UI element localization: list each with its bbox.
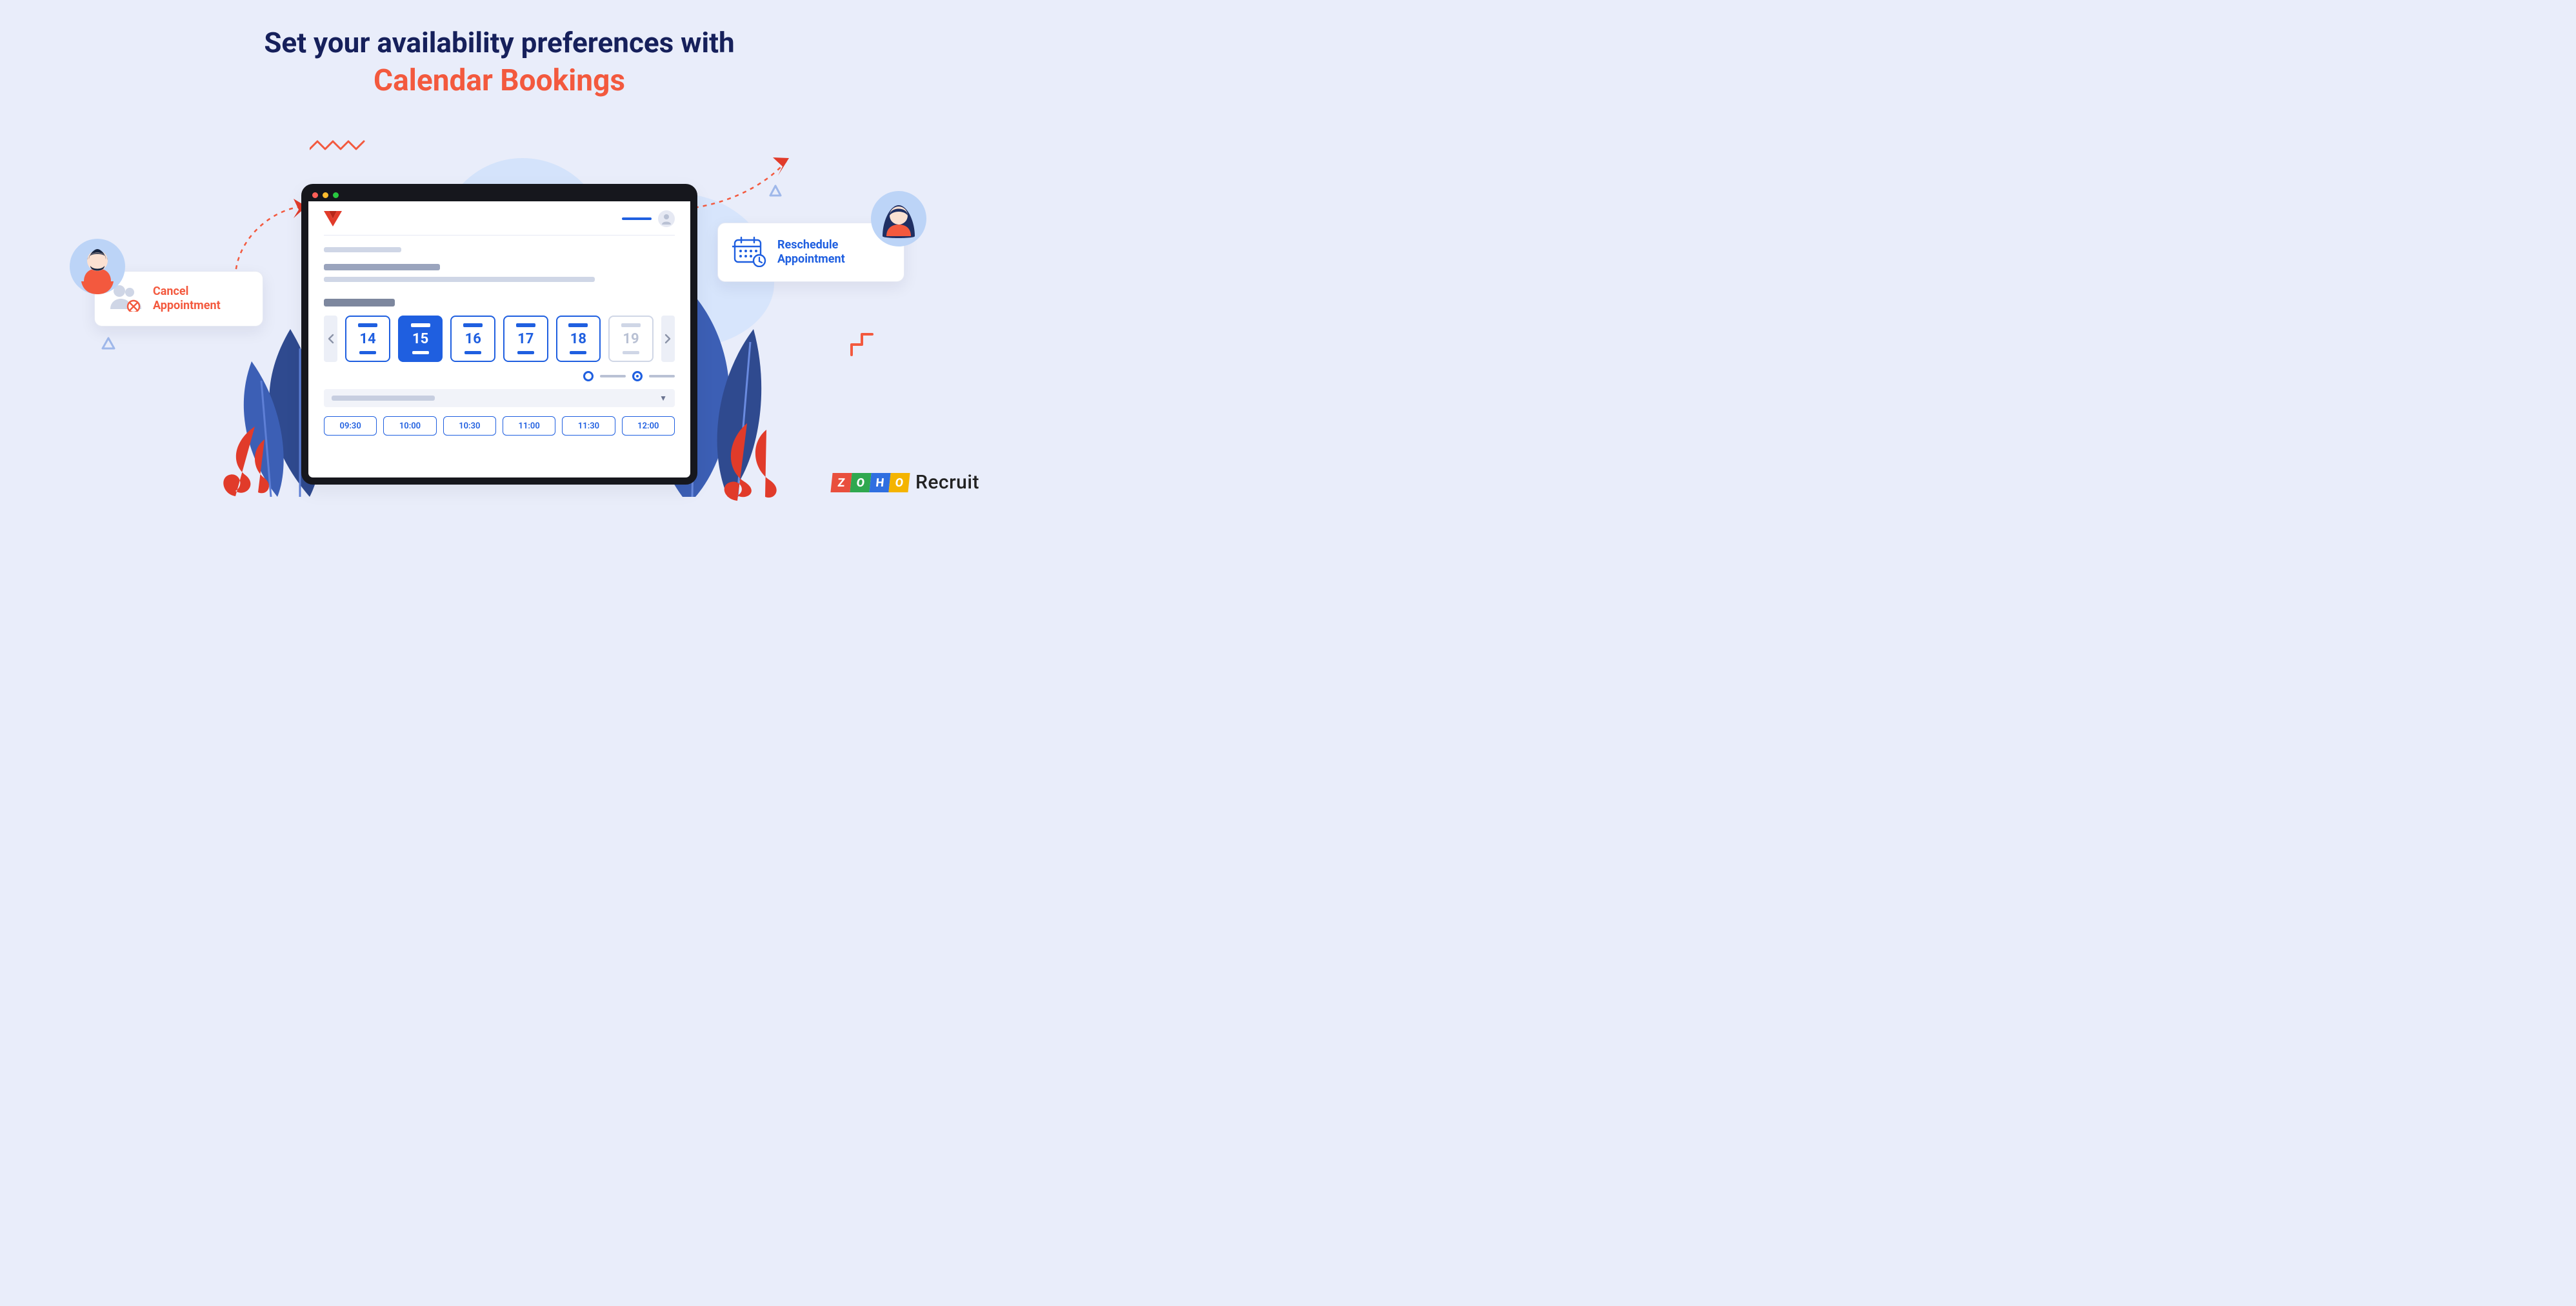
date-prev-button[interactable] [324,316,337,362]
time-slot[interactable]: 10:30 [443,416,496,436]
date-card[interactable]: 16 [450,316,495,362]
zigzag-icon [310,139,368,152]
triangle-icon [100,336,117,352]
reschedule-label-line2: Appointment [777,252,845,267]
view-option-radio[interactable] [583,371,594,381]
date-value: 16 [465,331,481,347]
chevron-down-icon: ▼ [659,394,667,403]
date-strip: 14 15 16 17 18 [324,316,675,362]
calendar-booking-window: 14 15 16 17 18 [301,184,697,485]
person-avatar-male [70,239,125,294]
zoho-logo: Z O H O [832,473,909,492]
cancel-label: Cancel Appointment [153,285,221,314]
reschedule-calendar-icon [732,235,767,270]
window-maximize-dot[interactable] [333,192,339,198]
product-name: Recruit [915,471,979,494]
date-value: 17 [517,331,534,347]
swirl-decoration [721,423,792,503]
time-slot[interactable]: 09:30 [324,416,377,436]
hero-heading: Set your availability preferences with C… [0,0,999,98]
date-card[interactable]: 17 [503,316,548,362]
date-value: 15 [412,331,428,347]
date-card[interactable]: 18 [556,316,601,362]
zoho-tile: O [888,473,910,492]
view-toggle-row [324,371,675,381]
window-titlebar [308,188,690,201]
reschedule-label-line1: Reschedule [777,238,845,253]
date-value: 19 [623,331,639,347]
zoho-tile: Z [830,473,852,492]
time-slot[interactable]: 11:00 [503,416,555,436]
heading-line-2: Calendar Bookings [0,63,999,98]
time-slot[interactable]: 12:00 [622,416,675,436]
date-value: 18 [570,331,586,347]
person-avatar-female [871,191,926,246]
window-minimize-dot[interactable] [323,192,328,198]
heading-line-1: Set your availability preferences with [0,26,999,59]
dropdown-placeholder [332,396,435,401]
window-close-dot[interactable] [312,192,318,198]
date-card-disabled: 19 [608,316,654,362]
date-value: 14 [359,331,375,347]
date-card[interactable]: 14 [345,316,390,362]
zoho-tile: H [869,473,890,492]
section-label-placeholder [324,299,395,306]
text-placeholder-group [324,264,675,282]
time-slot[interactable]: 10:00 [383,416,436,436]
date-card-selected[interactable]: 15 [398,316,443,362]
app-header [324,210,675,236]
time-slot[interactable]: 11:30 [562,416,615,436]
app-logo-icon [324,211,342,226]
user-avatar-icon[interactable] [658,210,675,227]
date-next-button[interactable] [661,316,675,362]
swirl-decoration [216,427,274,500]
step-decoration-icon [850,329,883,361]
view-option-radio-selected[interactable] [632,371,643,381]
timezone-dropdown[interactable]: ▼ [324,389,675,407]
cancel-label-line1: Cancel [153,285,221,299]
slider-track [600,375,626,377]
text-placeholder-group [324,247,675,252]
zoho-tile: O [850,473,871,492]
header-accent-line [622,217,652,220]
footer-brand: Z O H O Recruit [832,471,979,494]
time-slot-row: 09:30 10:00 10:30 11:00 11:30 12:00 [324,416,675,436]
cancel-label-line2: Appointment [153,299,221,314]
reschedule-label: Reschedule Appointment [777,238,845,267]
slider-track [649,375,675,377]
